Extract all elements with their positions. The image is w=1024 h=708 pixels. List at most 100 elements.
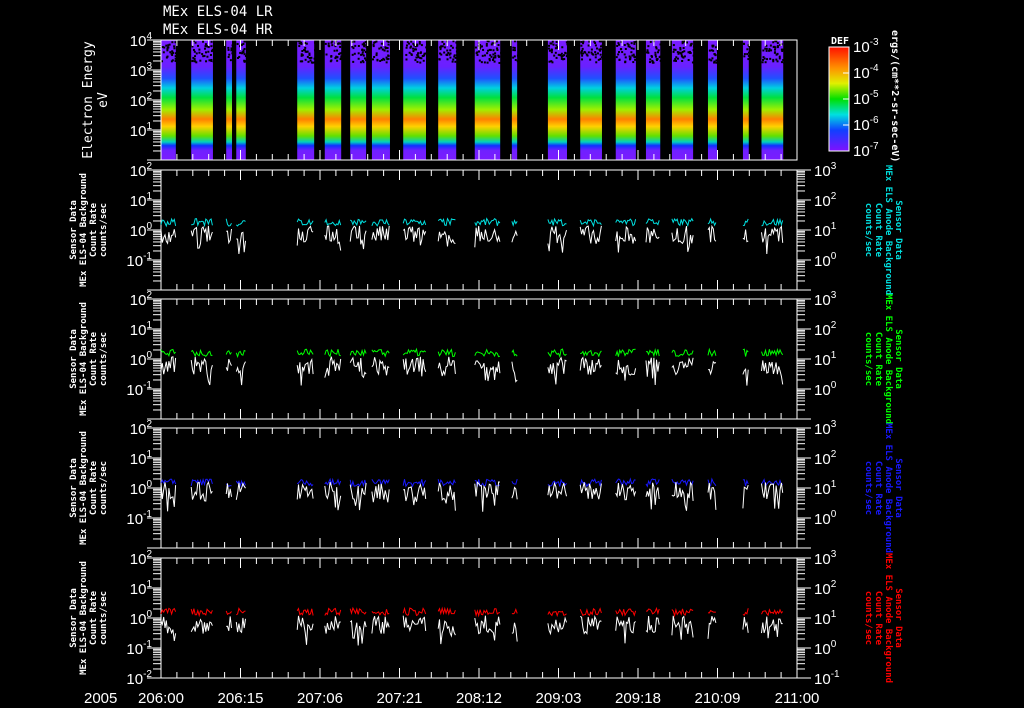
spectrogram-speckle: [781, 48, 784, 51]
spectrogram-speckle: [580, 44, 583, 47]
spectrogram-speckle: [497, 44, 500, 47]
left-axis-label: Count Rate: [89, 460, 99, 515]
spectrogram-speckle: [304, 46, 307, 49]
spectrogram-speckle: [173, 45, 176, 48]
spectrogram-speckle: [229, 59, 232, 62]
sensor-series-line: [579, 356, 602, 375]
spectrogram-speckle: [632, 53, 635, 56]
panel-frame: [160, 427, 798, 549]
sensor-series-line: [547, 616, 567, 636]
spectrogram-speckle: [333, 49, 336, 52]
spectrogram-speckle: [420, 44, 423, 47]
spectrogram-speckle: [338, 53, 341, 56]
spectrogram-speckle: [167, 46, 170, 49]
spectrogram-speckle: [762, 58, 765, 61]
spectrogram-speckle: [445, 53, 448, 56]
spectrogram-segment: [438, 40, 457, 160]
spectrogram-speckle: [173, 47, 176, 50]
spectrogram-speckle: [161, 46, 164, 49]
anode-series-line: [402, 479, 427, 488]
spectrogram-speckle: [766, 58, 769, 61]
anode-series-line: [349, 479, 367, 488]
spectrogram-speckle: [647, 45, 650, 48]
right-axis-label: MEx ELS Anode Background: [883, 294, 893, 424]
spectrogram-speckle: [548, 44, 551, 47]
spectrogram-speckle: [769, 57, 772, 60]
left-ytick-label: 102: [130, 549, 153, 568]
anode-series-line: [191, 218, 213, 228]
spectrogram-speckle: [616, 44, 619, 47]
title-hr: MEx ELS-04 HR: [163, 22, 273, 38]
spectrogram-speckle: [357, 57, 360, 60]
right-ytick-label: 101: [814, 479, 837, 498]
spectrogram-speckle: [624, 60, 627, 63]
spectrogram-speckle: [166, 55, 169, 58]
spectrogram-speckle: [650, 55, 653, 58]
anode-series-line: [645, 218, 660, 226]
sensor-series-line: [511, 229, 518, 243]
spectrogram-ytick-label: 101: [130, 121, 153, 140]
right-ytick-label: 102: [814, 320, 837, 339]
anode-series-line: [236, 607, 246, 616]
spectrogram-speckle: [307, 60, 310, 63]
spectrogram-speckle: [708, 58, 711, 61]
spectrogram-speckle: [447, 51, 450, 54]
spectrogram-speckle: [692, 45, 695, 48]
spectrogram-speckle: [455, 50, 458, 53]
left-axis-label: MEx ELS-04 Background: [79, 302, 89, 416]
spectrogram-speckle: [596, 47, 599, 50]
anode-series-line: [474, 348, 501, 358]
spectrogram-speckle: [301, 60, 304, 63]
right-ytick-label: 103: [814, 290, 837, 309]
spectrogram-speckle: [194, 55, 197, 58]
spectrogram-speckle: [236, 42, 239, 45]
spectrogram-speckle: [498, 61, 501, 64]
spectrogram-speckle: [778, 57, 781, 60]
right-ytick-label: 103: [814, 161, 837, 180]
spectrogram-speckle: [599, 53, 602, 56]
spectrogram-speckle: [651, 60, 654, 63]
spectrogram-speckle: [494, 52, 497, 55]
line-panel-2: 10210110010-1103102101100Sensor Data MEx …: [69, 290, 903, 424]
anode-series-line: [402, 347, 427, 357]
spectrogram-segment: [324, 40, 342, 160]
anode-series-line: [615, 348, 636, 357]
anode-series-line: [371, 218, 390, 227]
spectrogram-speckle: [314, 49, 317, 52]
time-tick-label: 207:21: [377, 690, 423, 707]
spectrogram-speckle: [451, 46, 454, 49]
spectrogram-speckle: [590, 48, 593, 51]
spectrogram-speckle: [414, 48, 417, 51]
spectrogram-speckle: [692, 54, 695, 57]
spectrogram-speckle: [649, 40, 652, 43]
spectrogram-speckle: [550, 60, 553, 63]
left-axis-label: MEx ELS-04 Background: [79, 561, 89, 675]
spectrogram-ytick-label: 103: [130, 61, 153, 80]
spectrogram-speckle: [339, 58, 342, 61]
left-axis-label: Count Rate: [89, 202, 99, 257]
spectrogram-speckle: [171, 50, 174, 53]
spectrogram-speckle: [743, 55, 746, 58]
spectrogram-speckle: [443, 46, 446, 49]
spectrogram-speckle: [440, 45, 443, 48]
spectrogram-speckle: [500, 51, 503, 54]
spectrogram-speckle: [710, 59, 713, 62]
spectrogram-speckle: [192, 48, 195, 51]
spectrogram-speckle: [330, 55, 333, 58]
spectrogram-speckle: [746, 48, 749, 51]
spectrogram-speckle: [359, 61, 362, 64]
spectrogram-speckle: [300, 41, 303, 44]
spectrogram-speckle: [306, 55, 309, 58]
spectrogram-speckle: [201, 53, 204, 56]
spectrogram-speckle: [514, 58, 517, 61]
spectrogram-speckle: [747, 58, 750, 61]
spectrogram-speckle: [298, 45, 301, 48]
spectrogram-speckle: [594, 53, 597, 56]
right-ytick-label: 101: [814, 609, 837, 628]
left-ytick-label: 102: [130, 419, 153, 438]
spectrogram-speckle: [410, 53, 413, 56]
spectrogram-speckle: [630, 47, 633, 50]
spectrogram-speckle: [371, 58, 374, 61]
left-ytick-label: 100: [130, 221, 153, 240]
spectrogram-speckle: [162, 51, 165, 54]
